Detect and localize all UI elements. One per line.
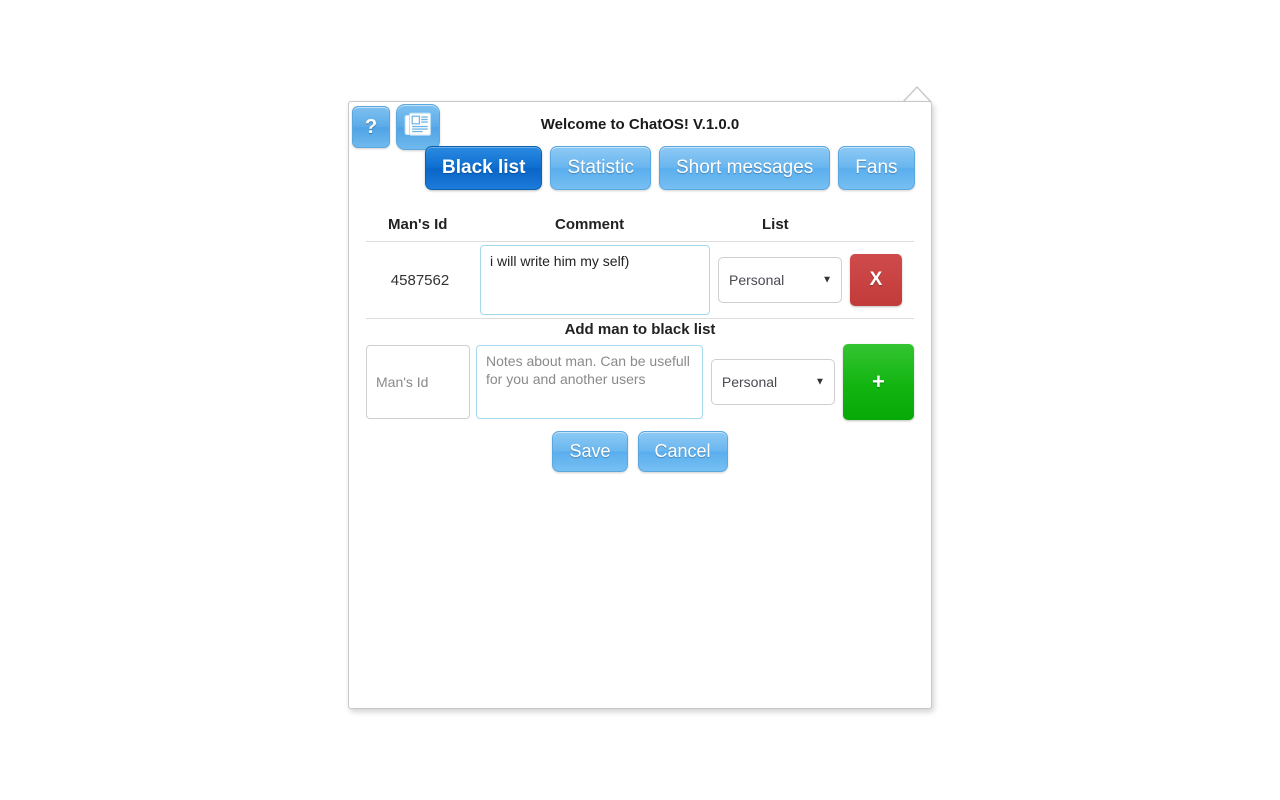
column-header-list: List [762, 216, 789, 233]
column-header-comment: Comment [555, 216, 625, 233]
tab-bar: Black list Statistic Short messages Fans [425, 146, 915, 190]
note-textarea[interactable] [476, 345, 703, 419]
tab-fans[interactable]: Fans [838, 146, 915, 190]
add-man-row: Personal Common ▼ + [366, 344, 914, 420]
comment-textarea[interactable] [480, 245, 710, 315]
table-row: 4587562 Personal Common ▼ X [366, 245, 914, 315]
cell-mans-id: 4587562 [390, 271, 450, 289]
tab-statistic[interactable]: Statistic [550, 146, 651, 190]
add-man-button[interactable]: + [842, 344, 914, 420]
screen: ? Welcome to ChatOS! V.1.0.0 Black list … [0, 0, 1280, 800]
add-list-select-wrapper: Personal Common ▼ [710, 359, 835, 405]
page-title: Welcome to ChatOS! V.1.0.0 [540, 116, 740, 133]
section-divider [366, 318, 914, 319]
mans-id-input[interactable] [366, 345, 470, 419]
header-divider [366, 241, 914, 242]
delete-row-button[interactable]: X [850, 254, 902, 306]
add-list-select[interactable]: Personal Common [710, 359, 835, 405]
table-column-headers: Man's Id Comment List [366, 216, 914, 240]
tab-black-list[interactable]: Black list [425, 146, 543, 190]
column-header-mans-id: Man's Id [388, 216, 448, 233]
add-section-title: Add man to black list [564, 321, 716, 338]
list-select-wrapper: Personal Common ▼ [718, 257, 842, 303]
cancel-button[interactable]: Cancel [637, 431, 728, 472]
footer-actions: Save Cancel [348, 431, 932, 472]
list-select[interactable]: Personal Common [718, 257, 842, 303]
save-button[interactable]: Save [552, 431, 628, 472]
tab-short-messages[interactable]: Short messages [658, 146, 831, 190]
